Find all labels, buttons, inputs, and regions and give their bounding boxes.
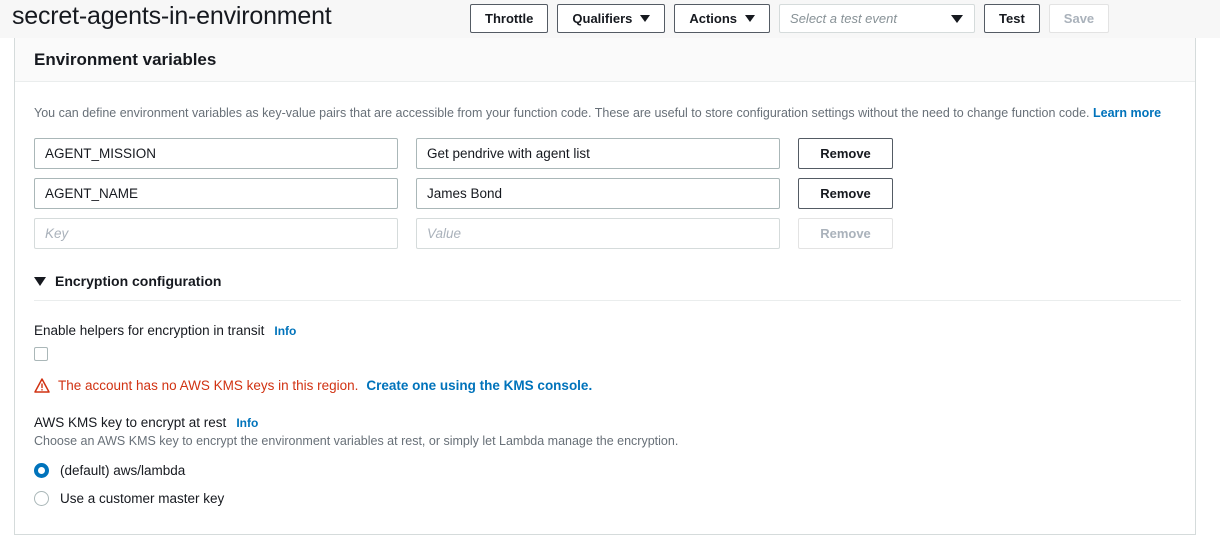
kms-keys-warning: The account has no AWS KMS keys in this …	[34, 378, 1176, 393]
encryption-configuration-label: Encryption configuration	[55, 273, 222, 289]
top-header-bar: secret-agents-in-environment Throttle Qu…	[0, 0, 1220, 38]
throttle-button[interactable]: Throttle	[470, 4, 549, 33]
qualifiers-dropdown-button[interactable]: Qualifiers	[557, 4, 666, 33]
warning-triangle-icon	[34, 378, 50, 393]
encryption-in-transit-label-row: Enable helpers for encryption in transit…	[34, 323, 1176, 338]
radio-selected-icon[interactable]	[34, 463, 49, 478]
save-button-label: Save	[1063, 11, 1095, 26]
panel-description: You can define environment variables as …	[34, 104, 1176, 122]
panel-header: Environment variables	[15, 38, 1195, 82]
radio-unselected-icon[interactable]	[34, 491, 49, 506]
test-button[interactable]: Test	[984, 4, 1040, 33]
create-kms-key-link[interactable]: Create one using the KMS console.	[366, 378, 592, 393]
test-event-select[interactable]: Select a test event	[779, 4, 976, 33]
qualifiers-button-label: Qualifiers	[572, 11, 633, 26]
chevron-down-icon	[745, 15, 756, 22]
kms-key-option-label: (default) aws/lambda	[60, 463, 186, 478]
header-actions-group: Throttle Qualifiers Actions Select a tes…	[470, 4, 1110, 33]
environment-variables-panel: Environment variables You can define env…	[14, 38, 1196, 535]
save-button[interactable]: Save	[1048, 4, 1110, 33]
env-var-row: Remove	[34, 138, 1176, 169]
remove-env-var-button[interactable]: Remove	[798, 218, 893, 249]
env-var-value-input[interactable]	[416, 138, 780, 169]
info-link-at-rest[interactable]: Info	[236, 416, 258, 430]
encryption-in-transit-checkbox[interactable]	[34, 347, 48, 361]
env-var-key-input[interactable]	[34, 178, 398, 209]
triangle-down-icon	[34, 276, 46, 286]
remove-env-var-button[interactable]: Remove	[798, 138, 893, 169]
encryption-configuration-toggle[interactable]: Encryption configuration	[34, 273, 1176, 289]
remove-env-var-button[interactable]: Remove	[798, 178, 893, 209]
kms-key-radio-group: (default) aws/lambda Use a customer maste…	[34, 463, 1176, 506]
chevron-down-icon	[951, 14, 964, 23]
section-divider	[34, 300, 1181, 301]
actions-dropdown-button[interactable]: Actions	[674, 4, 771, 33]
env-var-value-input[interactable]	[416, 178, 780, 209]
panel-description-text: You can define environment variables as …	[34, 106, 1090, 120]
kms-warning-text: The account has no AWS KMS keys in this …	[58, 378, 359, 393]
info-link-transit[interactable]: Info	[274, 324, 296, 338]
kms-key-option-label: Use a customer master key	[60, 491, 225, 506]
chevron-down-icon	[640, 15, 651, 22]
page-title: Environment variables	[34, 49, 217, 69]
actions-button-label: Actions	[689, 11, 738, 26]
env-var-rows: Remove Remove Remove	[34, 138, 1176, 249]
kms-key-option[interactable]: Use a customer master key	[34, 491, 1176, 506]
test-event-placeholder: Select a test event	[790, 11, 897, 26]
env-var-key-input[interactable]	[34, 138, 398, 169]
env-var-key-input[interactable]	[34, 218, 398, 249]
kms-key-option[interactable]: (default) aws/lambda	[34, 463, 1176, 478]
env-var-row: Remove	[34, 218, 1176, 249]
env-var-row: Remove	[34, 178, 1176, 209]
learn-more-link[interactable]: Learn more	[1093, 106, 1161, 120]
panel-body: You can define environment variables as …	[15, 82, 1195, 506]
kms-key-at-rest-label: AWS KMS key to encrypt at rest	[34, 415, 227, 430]
throttle-button-label: Throttle	[485, 11, 534, 26]
env-var-value-input[interactable]	[416, 218, 780, 249]
kms-key-at-rest-label-row: AWS KMS key to encrypt at rest Info	[34, 415, 1176, 430]
encryption-in-transit-label: Enable helpers for encryption in transit	[34, 323, 265, 338]
test-button-label: Test	[999, 11, 1025, 26]
kms-key-at-rest-hint: Choose an AWS KMS key to encrypt the env…	[34, 434, 679, 448]
function-name-title: secret-agents-in-environment	[12, 2, 332, 30]
